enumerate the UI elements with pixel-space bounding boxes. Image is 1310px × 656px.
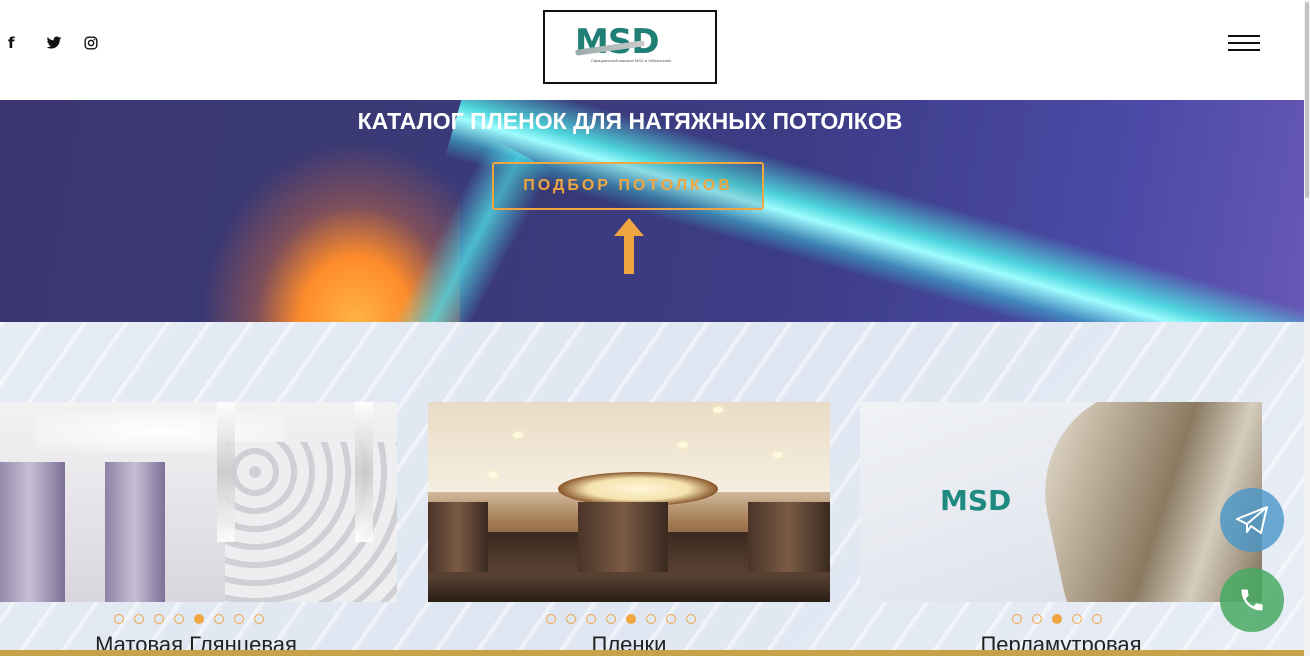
carousel-dot[interactable]	[1032, 614, 1042, 624]
scrollbar-thumb[interactable]	[1305, 2, 1309, 198]
carousel-dot[interactable]	[566, 614, 576, 624]
carousel-dot-active[interactable]	[1052, 614, 1062, 624]
site-logo[interactable]: MSD Официальный магазин MSD в Узбекистан…	[543, 10, 717, 84]
carousel-dot[interactable]	[154, 614, 164, 624]
carousel-dots	[546, 614, 696, 624]
carousel-dot[interactable]	[214, 614, 224, 624]
carousel-dot[interactable]	[546, 614, 556, 624]
carousel-dot-active[interactable]	[626, 614, 636, 624]
carousel-dot-active[interactable]	[194, 614, 204, 624]
card-image[interactable]	[0, 402, 397, 602]
carousel-dot[interactable]	[666, 614, 676, 624]
carousel-dot[interactable]	[174, 614, 184, 624]
carousel-dot[interactable]	[586, 614, 596, 624]
card-image[interactable]	[428, 402, 830, 602]
carousel-dot[interactable]	[606, 614, 616, 624]
hamburger-menu-icon[interactable]	[1228, 35, 1260, 55]
carousel-dot[interactable]	[1072, 614, 1082, 624]
carousel-dots	[114, 614, 264, 624]
catalog-section: Матовая Глянцевая Пленки MSD Перламутров…	[0, 322, 1304, 656]
bottom-strip	[0, 650, 1304, 656]
carousel-dot[interactable]	[134, 614, 144, 624]
carousel-dot[interactable]	[686, 614, 696, 624]
instagram-icon[interactable]	[84, 33, 122, 53]
hero-banner: КАТАЛОГ ПЛЕНОК ДЛЯ НАТЯЖНЫХ ПОТОЛКОВ ПОД…	[0, 100, 1304, 322]
carousel-dots	[1012, 614, 1102, 624]
arrow-up-icon	[614, 218, 644, 274]
card-image[interactable]: MSD	[860, 402, 1262, 602]
phone-icon	[1241, 589, 1263, 611]
facebook-icon[interactable]: f	[8, 33, 46, 53]
carousel-dot[interactable]	[254, 614, 264, 624]
social-links: f	[8, 33, 122, 53]
image-logo-text: MSD	[940, 484, 1012, 517]
catalog-card-films[interactable]: Пленки	[428, 402, 830, 656]
carousel-dot[interactable]	[1012, 614, 1022, 624]
carousel-dot[interactable]	[234, 614, 244, 624]
catalog-card-pearlescent[interactable]: MSD Перламутровая	[860, 402, 1262, 656]
logo-text: MSD	[575, 22, 660, 62]
twitter-icon[interactable]	[46, 33, 84, 53]
site-header: f MSD Официальный магазин MSD в Узбекист…	[0, 0, 1304, 100]
carousel-dot[interactable]	[1092, 614, 1102, 624]
page-scrollbar[interactable]	[1304, 0, 1310, 656]
call-button[interactable]	[1220, 568, 1284, 632]
logo-subtitle: Официальный магазин MSD в Узбекистане	[590, 58, 672, 63]
telegram-button[interactable]	[1220, 488, 1284, 552]
catalog-card-matte-glossy[interactable]: Матовая Глянцевая	[0, 402, 397, 656]
telegram-icon	[1236, 506, 1268, 534]
hero-title: КАТАЛОГ ПЛЕНОК ДЛЯ НАТЯЖНЫХ ПОТОЛКОВ	[357, 108, 903, 134]
carousel-dot[interactable]	[114, 614, 124, 624]
carousel-dot[interactable]	[646, 614, 656, 624]
ceiling-selection-button[interactable]: ПОДБОР ПОТОЛКОВ	[492, 162, 764, 210]
